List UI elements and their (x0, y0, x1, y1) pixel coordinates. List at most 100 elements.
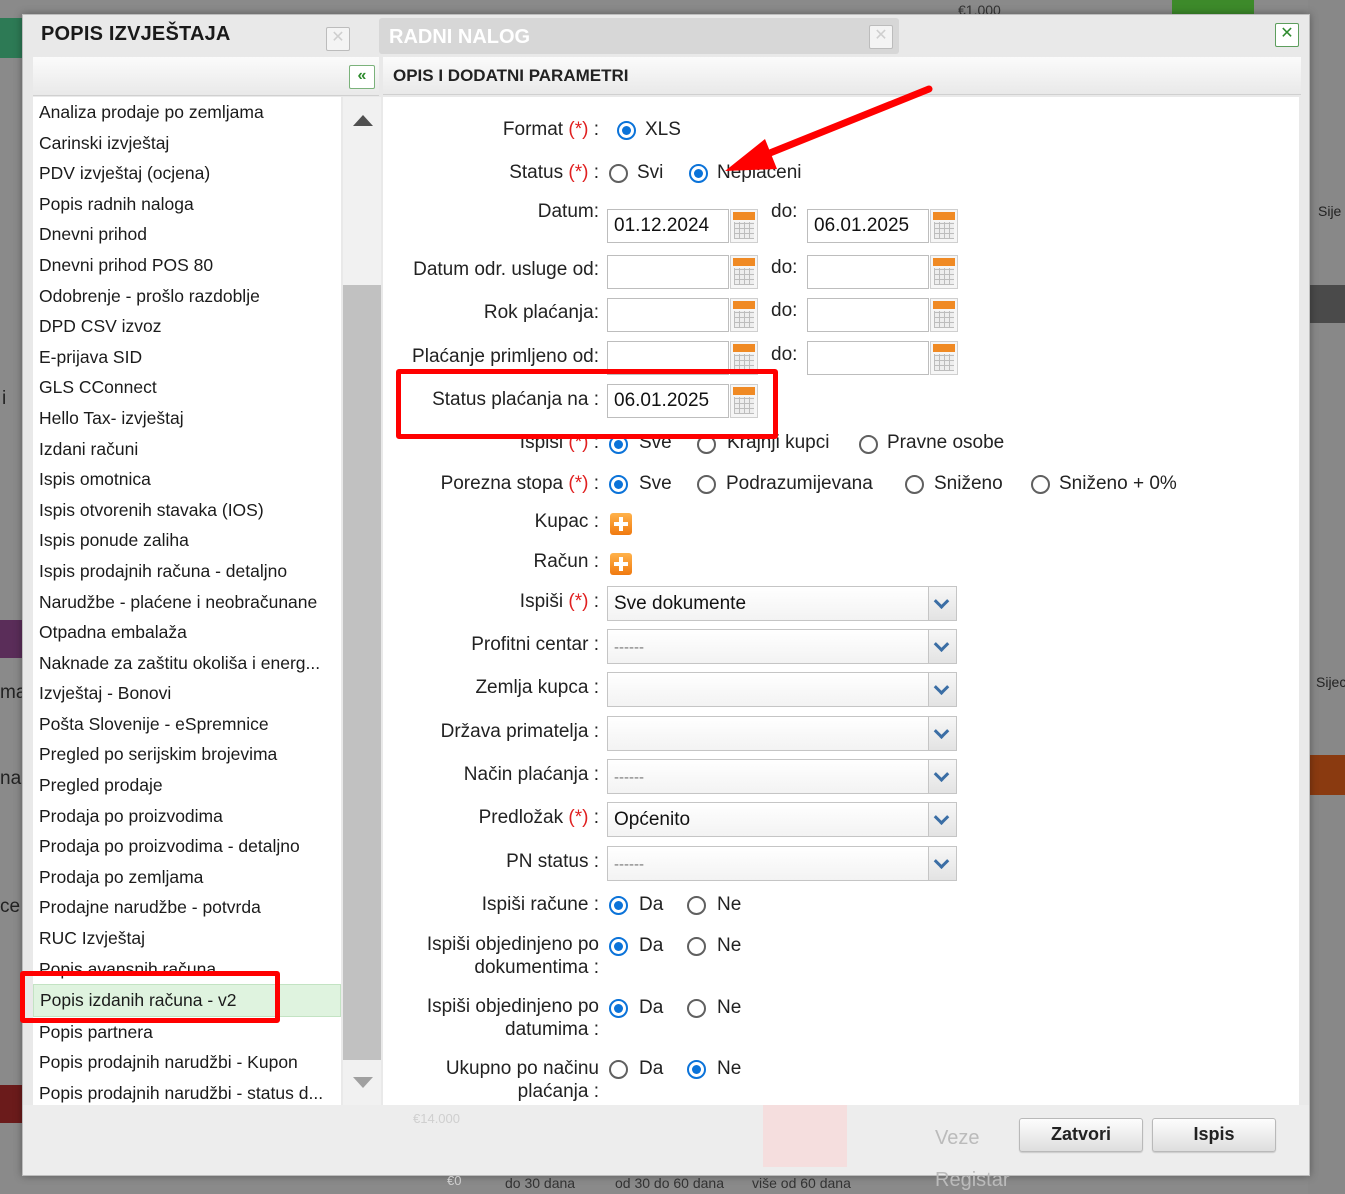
list-item[interactable]: Popis radnih naloga (33, 189, 341, 220)
list-item[interactable]: RUC Izvještaj (33, 923, 341, 954)
list-item[interactable]: Ispis ponude zaliha (33, 525, 341, 556)
list-item[interactable]: DPD CSV izvoz (33, 311, 341, 342)
scrollbar-thumb[interactable] (343, 285, 381, 1060)
porezna-snizeno-radio[interactable] (905, 475, 924, 494)
scroll-down-icon[interactable] (353, 1077, 373, 1088)
ispisi-racune-da-radio[interactable] (609, 896, 628, 915)
add-kupac-icon[interactable] (610, 513, 632, 535)
porezna-label: Porezna stopa (*) : (440, 473, 599, 494)
porezna-sve-radio[interactable] (609, 475, 628, 494)
list-item[interactable]: Hello Tax- izvještaj (33, 403, 341, 434)
list-item[interactable]: Narudžbe - plaćene i neobračunane (33, 587, 341, 618)
nacin-select[interactable]: ------ (607, 759, 957, 794)
datum-to-input[interactable]: 06.01.2025 (807, 209, 929, 243)
background-frag-label: i (2, 388, 7, 409)
ukupno-da-radio[interactable] (609, 1060, 628, 1079)
list-scrollbar[interactable] (343, 97, 381, 1105)
ghost-window-title: RADNI NALOG ✕ (379, 18, 899, 54)
obj-dok-ne-radio[interactable] (687, 937, 706, 956)
rok-label: Rok plaćanja: (483, 302, 599, 323)
list-item[interactable]: Prodajne narudžbe - potvrda (33, 892, 341, 923)
background-axis-label: od 30 do 60 dana (615, 1175, 724, 1191)
calendar-icon[interactable] (730, 255, 758, 289)
inner-close-icon[interactable]: ✕ (326, 27, 350, 51)
calendar-icon[interactable] (930, 209, 958, 243)
print-button[interactable]: Ispis (1152, 1118, 1276, 1152)
background-side-label: Sijec (1316, 674, 1345, 690)
list-item[interactable]: Dnevni prihod POS 80 (33, 250, 341, 281)
placanje-to-input[interactable] (807, 341, 929, 375)
kupci-pravne-radio[interactable] (859, 435, 878, 454)
background-value-label: €0 (447, 1173, 462, 1188)
datum-to-label: do: (771, 201, 798, 222)
list-item[interactable]: PDV izvještaj (ocjena) (33, 158, 341, 189)
list-item[interactable]: Izdani računi (33, 434, 341, 465)
zemlja-select[interactable] (607, 672, 957, 707)
rok-from-input[interactable] (607, 298, 729, 332)
porezna-podrazumijevana-radio[interactable] (697, 475, 716, 494)
list-item[interactable]: Ispis omotnica (33, 464, 341, 495)
calendar-icon[interactable] (930, 298, 958, 332)
drzava-select[interactable] (607, 716, 957, 751)
close-button[interactable]: Zatvori (1019, 1118, 1143, 1152)
obj-dok-da-radio[interactable] (609, 937, 628, 956)
calendar-icon[interactable] (730, 298, 758, 332)
list-item[interactable]: GLS CConnect (33, 372, 341, 403)
dialog-title: POPIS IZVJEŠTAJA (41, 23, 231, 45)
calendar-icon[interactable] (730, 209, 758, 243)
rok-to-input[interactable] (807, 298, 929, 332)
ukupno-da-label: Da (639, 1058, 664, 1079)
list-item[interactable]: Otpadna embalaža (33, 617, 341, 648)
list-item[interactable]: Analiza prodaje po zemljama (33, 97, 341, 128)
list-item[interactable]: Pregled prodaje (33, 770, 341, 801)
list-item[interactable]: Pošta Slovenije - eSpremnice (33, 709, 341, 740)
ghost-title-text: RADNI NALOG (389, 26, 531, 48)
chevron-down-icon (928, 630, 956, 663)
list-item[interactable]: Popis prodajnih narudžbi - Kupon (33, 1047, 341, 1078)
add-racun-icon[interactable] (610, 553, 632, 575)
status-svi-radio[interactable] (609, 164, 628, 183)
list-item[interactable]: Pregled po serijskim brojevima (33, 739, 341, 770)
dialog-close-icon[interactable]: ✕ (1275, 23, 1299, 47)
datum-from-input[interactable]: 01.12.2024 (607, 209, 729, 243)
ispisi-dok-select[interactable]: Sve dokumente (607, 586, 957, 621)
list-item[interactable]: Dnevni prihod (33, 219, 341, 250)
kupac-label: Kupac : (534, 511, 599, 532)
datum-odr-to-input[interactable] (807, 255, 929, 289)
selected-report-highlight (20, 971, 280, 1023)
list-item[interactable]: Odobrenje - prošlo razdoblje (33, 281, 341, 312)
obj-dat-ne-radio[interactable] (687, 999, 706, 1018)
porezna-snizeno-0-radio[interactable] (1031, 475, 1050, 494)
kupci-pravne-label: Pravne osobe (887, 432, 1005, 453)
format-xls-radio[interactable] (617, 121, 636, 140)
list-item[interactable]: Prodaja po proizvodima (33, 801, 341, 832)
scroll-up-icon[interactable] (353, 115, 373, 126)
predlozak-select[interactable]: Općenito (607, 802, 957, 837)
profitni-select[interactable]: ------ (607, 629, 957, 664)
calendar-icon[interactable] (930, 341, 958, 375)
collapse-left-icon[interactable]: « (349, 65, 375, 89)
calendar-icon[interactable] (930, 255, 958, 289)
list-item[interactable]: Prodaja po zemljama (33, 862, 341, 893)
chevron-down-icon (928, 803, 956, 836)
list-item[interactable]: E-prijava SID (33, 342, 341, 373)
list-item[interactable]: Popis prodajnih narudžbi - status d... (33, 1078, 341, 1105)
list-item[interactable]: Prodaja po proizvodima - detaljno (33, 831, 341, 862)
chevron-down-icon (928, 847, 956, 880)
pn-status-select[interactable]: ------ (607, 846, 957, 881)
list-item[interactable]: Carinski izvještaj (33, 128, 341, 159)
list-item[interactable]: Ispis otvorenih stavaka (IOS) (33, 495, 341, 526)
list-item[interactable]: Naknade za zaštitu okoliša i energ... (33, 648, 341, 679)
list-item[interactable]: Izvještaj - Bonovi (33, 678, 341, 709)
datum-odr-from-input[interactable] (607, 255, 729, 289)
obj-dat-da-radio[interactable] (609, 999, 628, 1018)
ghost-close-icon[interactable]: ✕ (869, 25, 893, 49)
background-frag-label: ce (0, 896, 21, 917)
ukupno-ne-radio[interactable] (687, 1060, 706, 1079)
format-label: Format (*) : (502, 119, 599, 140)
ispisi-racune-ne-radio[interactable] (687, 896, 706, 915)
datum-odr-label: Datum odr. usluge od: (413, 259, 599, 280)
obj-dok-ne-label: Ne (717, 935, 742, 956)
ukupno-ne-label: Ne (717, 1058, 742, 1079)
list-item[interactable]: Ispis prodajnih računa - detaljno (33, 556, 341, 587)
